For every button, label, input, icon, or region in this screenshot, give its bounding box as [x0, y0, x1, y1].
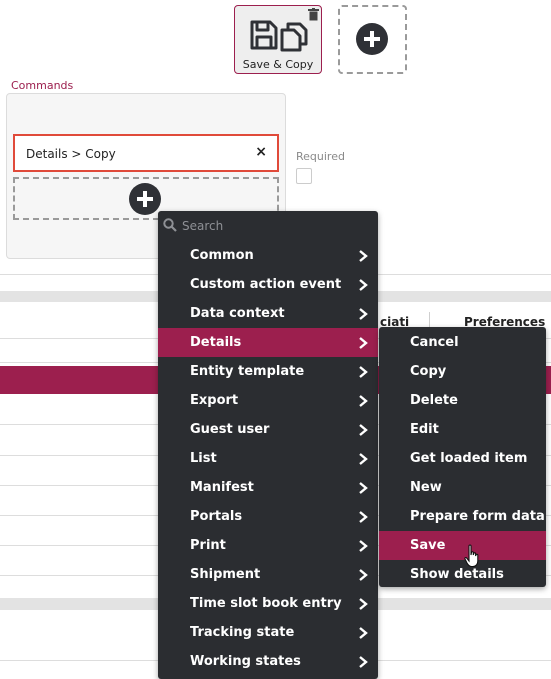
menu-item-label: Guest user [190, 422, 270, 437]
chevron-right-icon [359, 482, 368, 494]
command-chip-label: Details > Copy [26, 147, 116, 161]
menu-item-label: Common [190, 248, 254, 263]
submenu-item-prepare-form-data[interactable]: Prepare form data [379, 502, 546, 531]
menu-item-label: Print [190, 538, 226, 553]
menu-item-label: List [190, 451, 217, 466]
submenu-item-label: New [410, 480, 442, 495]
menu-item-label: Portals [190, 509, 243, 524]
submenu-item-label: Delete [410, 393, 458, 408]
menu-search[interactable]: Search [158, 211, 378, 241]
submenu-item-cancel[interactable]: Cancel [379, 328, 546, 357]
menu-item-label: Tracking state [190, 625, 295, 640]
chevron-right-icon [359, 540, 368, 552]
menu-item-guest-user[interactable]: Guest user [158, 415, 378, 444]
chevron-right-icon [359, 279, 368, 291]
chevron-right-icon [359, 627, 368, 639]
menu-item-label: Entity template [190, 364, 305, 379]
search-icon [163, 218, 177, 232]
submenu-item-edit[interactable]: Edit [379, 415, 546, 444]
chevron-right-icon [359, 366, 368, 378]
submenu-item-delete[interactable]: Delete [379, 386, 546, 415]
menu-item-label: Shipment [190, 567, 261, 582]
submenu-item-label: Edit [410, 422, 439, 437]
submenu-item-save[interactable]: Save [379, 531, 546, 560]
menu-item-label: Time slot book entry [190, 596, 342, 611]
menu-item-working-states[interactable]: Working states [158, 647, 378, 676]
submenu-item-label: Get loaded item [410, 451, 528, 466]
chevron-right-icon [359, 569, 368, 581]
chevron-right-icon [359, 250, 368, 262]
add-action-button[interactable] [338, 5, 407, 74]
menu-item-common[interactable]: Common [158, 241, 378, 270]
menu-item-details[interactable]: Details [158, 328, 378, 357]
required-label: Required [296, 150, 345, 163]
menu-item-entity-template[interactable]: Entity template [158, 357, 378, 386]
menu-item-data-context[interactable]: Data context [158, 299, 378, 328]
chevron-right-icon [359, 308, 368, 320]
remove-command-icon[interactable]: × [255, 144, 267, 160]
menu-item-label: Data context [190, 306, 285, 321]
menu-item-label: Custom action event [190, 277, 342, 292]
save-copy-label: Save & Copy [242, 58, 314, 71]
search-input[interactable]: Search [182, 219, 223, 233]
menu-item-label: Export [190, 393, 239, 408]
hand-pointer-icon [464, 544, 479, 568]
submenu-item-new[interactable]: New [379, 473, 546, 502]
menu-item-manifest[interactable]: Manifest [158, 473, 378, 502]
required-checkbox[interactable] [296, 168, 312, 184]
chevron-right-icon [359, 337, 368, 349]
menu-item-portals[interactable]: Portals [158, 502, 378, 531]
save-copy-action-tile[interactable]: Save & Copy [234, 5, 322, 74]
details-submenu: Cancel Copy Delete Edit Get loaded item … [379, 327, 546, 587]
menu-item-tracking-state[interactable]: Tracking state [158, 618, 378, 647]
menu-item-shipment[interactable]: Shipment [158, 560, 378, 589]
chevron-right-icon [359, 511, 368, 523]
command-chip[interactable]: Details > Copy × [13, 134, 279, 172]
add-circle-icon [129, 183, 161, 215]
submenu-item-label: Copy [410, 364, 447, 379]
menu-item-time-slot-book-entry[interactable]: Time slot book entry [158, 589, 378, 618]
submenu-item-label: Save [410, 538, 446, 553]
menu-item-label: Details [190, 335, 242, 350]
delete-icon[interactable] [308, 8, 319, 21]
add-circle-icon [356, 23, 388, 55]
menu-item-label: Manifest [190, 480, 254, 495]
menu-item-print[interactable]: Print [158, 531, 378, 560]
submenu-item-copy[interactable]: Copy [379, 357, 546, 386]
menu-item-custom-action-event[interactable]: Custom action event [158, 270, 378, 299]
submenu-item-show-details[interactable]: Show details [379, 560, 546, 589]
chevron-right-icon [359, 453, 368, 465]
save-copy-icon [250, 20, 308, 52]
command-menu: Search Common Custom action event Data c… [158, 211, 378, 679]
chevron-right-icon [359, 598, 368, 610]
menu-item-label: Working states [190, 654, 301, 669]
chevron-right-icon [359, 424, 368, 436]
submenu-item-label: Prepare form data [410, 509, 545, 524]
chevron-right-icon [359, 395, 368, 407]
submenu-item-label: Show details [410, 567, 504, 582]
submenu-item-get-loaded-item[interactable]: Get loaded item [379, 444, 546, 473]
chevron-right-icon [359, 656, 368, 668]
menu-item-list[interactable]: List [158, 444, 378, 473]
commands-label: Commands [11, 79, 74, 92]
menu-item-export[interactable]: Export [158, 386, 378, 415]
submenu-item-label: Cancel [410, 335, 459, 350]
